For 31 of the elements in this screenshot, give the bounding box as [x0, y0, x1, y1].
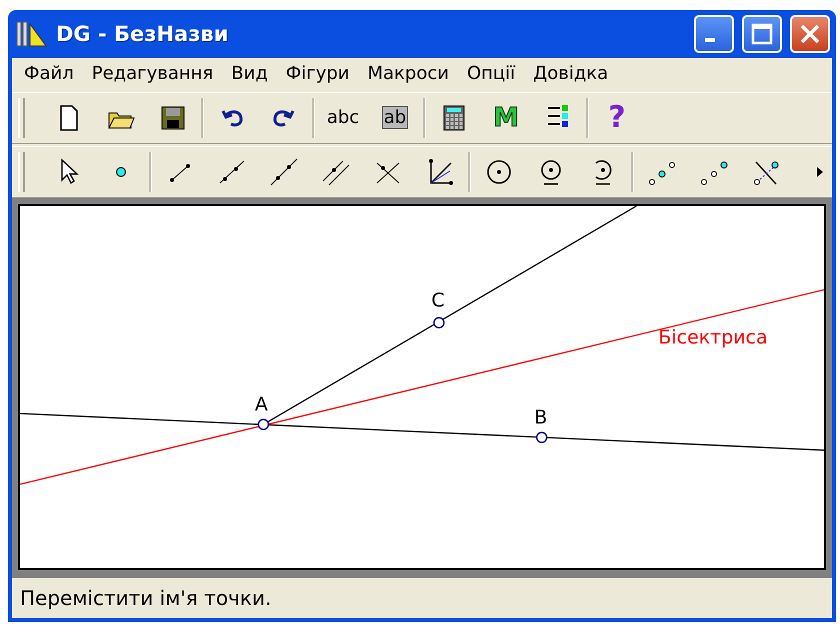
- window-title: DG - БезНазви: [56, 22, 230, 46]
- text-button[interactable]: abc: [317, 96, 369, 140]
- line-label: Бісектриса: [658, 326, 768, 349]
- minimize-button[interactable]: [694, 14, 734, 53]
- point-label: C: [431, 290, 445, 312]
- toolbar-grip[interactable]: [18, 98, 25, 138]
- minimize-icon: [705, 38, 715, 42]
- close-button[interactable]: [790, 14, 830, 53]
- point-label: A: [254, 393, 268, 416]
- point-marker[interactable]: [433, 316, 445, 328]
- close-icon: [799, 22, 821, 45]
- menu-item[interactable]: Фігури: [280, 63, 362, 84]
- point-marker[interactable]: [258, 418, 270, 430]
- point-label: B: [534, 406, 548, 428]
- toolbar-grip[interactable]: [18, 152, 25, 192]
- maximize-button[interactable]: [742, 14, 782, 53]
- point-marker[interactable]: [536, 432, 548, 444]
- app-logo-icon: [14, 18, 48, 49]
- menu-item[interactable]: Опції: [460, 63, 528, 84]
- menu-item[interactable]: Макроси: [362, 63, 461, 84]
- status-text: Перемістити ім'я точки.: [20, 586, 272, 610]
- menu-item[interactable]: Файл: [18, 63, 86, 84]
- point-icon: [116, 166, 126, 177]
- line-icon: [269, 156, 299, 187]
- menu-item[interactable]: Редагування: [86, 63, 226, 84]
- menu-item[interactable]: Довідка: [527, 63, 620, 84]
- help-button[interactable]: ?: [591, 96, 643, 140]
- menu-item[interactable]: Вид: [225, 63, 280, 84]
- label-button[interactable]: ab: [369, 96, 421, 140]
- chevron-right-icon: [815, 166, 825, 178]
- maximize-icon: [751, 22, 773, 45]
